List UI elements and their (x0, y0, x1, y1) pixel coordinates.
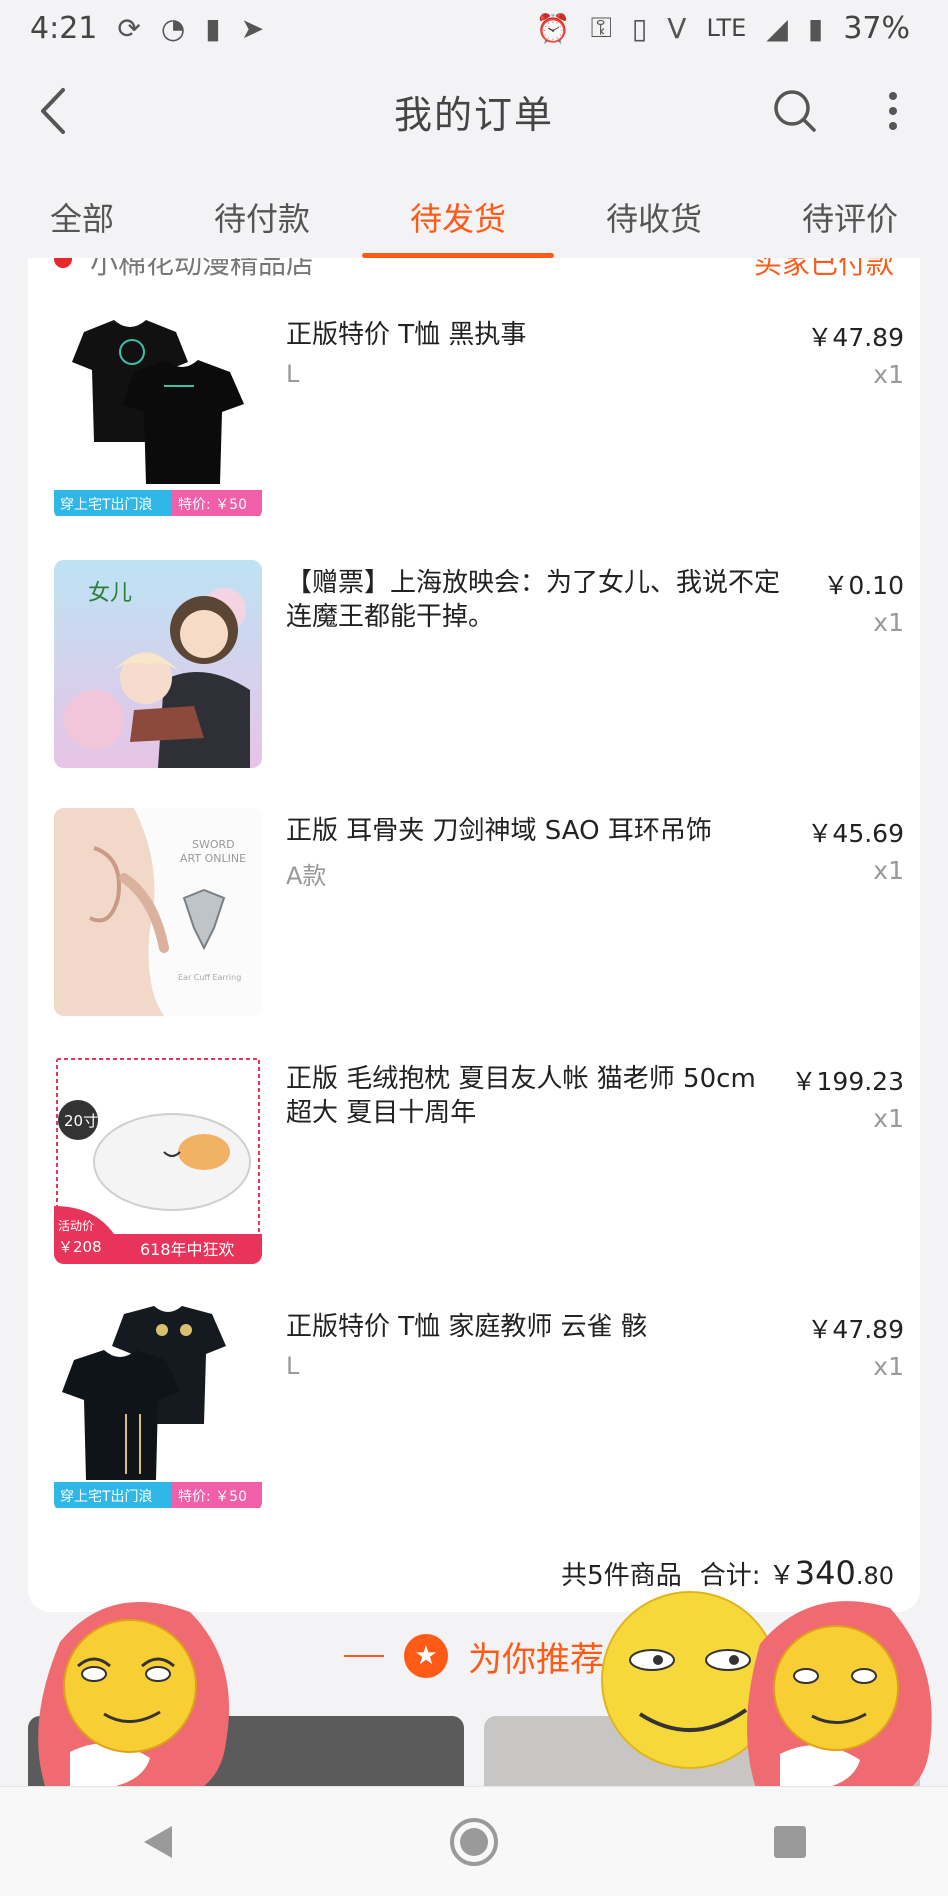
recommend-card[interactable] (484, 1716, 920, 1786)
thumb-text: 穿上宅T出门浪 (60, 1489, 153, 1505)
key-icon: ⚿ (590, 11, 612, 44)
order-item[interactable]: 穿上宅T出门浪 特价: ￥50 正版特价 T恤 黑执事 L ￥47.89 x1 (54, 312, 904, 522)
network-type: LTE (706, 14, 747, 42)
thumb-text: Ear Cuff Earring (178, 973, 241, 982)
shop-name: 小棉花动漫精品店 (90, 258, 315, 280)
more-button[interactable] (878, 86, 908, 136)
order-item[interactable]: 穿上宅T出门浪 特价: ￥50 正版特价 T恤 家庭教师 云雀 骸 L ￥47.… (54, 1304, 904, 1514)
order-summary: 共5件商品 合计: ￥340.80 (561, 1554, 894, 1592)
tab-pending-shipment[interactable]: 待发货 (361, 176, 555, 258)
tab-pending-payment[interactable]: 待付款 (214, 176, 310, 258)
battery-level: 37% (843, 10, 910, 46)
item-price: ￥47.89 (807, 323, 904, 352)
wifi-icon: ◔ (160, 11, 186, 45)
thumb-text: ￥208 (58, 1238, 102, 1256)
square-recents-icon (774, 1825, 806, 1858)
thumb-text: 特价: ￥50 (178, 1489, 247, 1505)
item-title: 正版特价 T恤 家庭教师 云雀 骸 (286, 1312, 647, 1342)
product-thumbnail[interactable]: SWORD ART ONLINE Ear Cuff Earring (54, 808, 262, 1016)
total-amount: 340 (794, 1554, 856, 1592)
more-dot (889, 107, 897, 115)
thumb-text: SWORD (192, 838, 235, 851)
thumb-text: 女儿 (88, 581, 132, 606)
alert-icon: ▮ (205, 11, 221, 45)
recommend-title: 为你推荐 (468, 1639, 604, 1680)
product-thumbnail[interactable]: 20寸 活动价 ￥208 618年中狂欢 (54, 1056, 262, 1264)
nav-home-button[interactable] (439, 1807, 509, 1877)
shop-icon (54, 258, 72, 268)
recommend-header: ★ 为你推荐 (0, 1626, 948, 1686)
search-button[interactable] (770, 86, 820, 136)
page-title: 我的订单 (393, 92, 554, 137)
item-qty: x1 (873, 856, 904, 885)
total-label: 合计: ￥ (699, 1561, 795, 1591)
thumb-text: ART ONLINE (180, 852, 246, 865)
header: 我的订单 (0, 56, 948, 166)
back-button[interactable] (30, 84, 74, 138)
order-item[interactable]: 20寸 活动价 ￥208 618年中狂欢 正版 毛绒抱枕 夏目友人帐 猫老师 5… (54, 1056, 904, 1266)
item-price: ￥45.69 (807, 819, 904, 848)
product-thumbnail[interactable]: 穿上宅T出门浪 特价: ￥50 (54, 1304, 262, 1512)
tshirt-image: 穿上宅T出门浪 特价: ￥50 (54, 312, 262, 520)
item-price: ￥47.89 (807, 1315, 904, 1344)
order-tabs: 全部 待付款 待发货 待收货 待评价 (0, 176, 948, 258)
order-item[interactable]: 女儿 【赠票】上海放映会：为了女儿、我说不定连魔王都能干掉。 ￥0.10 x1 (54, 560, 904, 770)
status-bar: 4:21 ⟳ ◔ ▮ ➤ ⏰ ⚿ ▯ V LTE ◢ ▮ 37% (0, 0, 948, 56)
total-decimal: .80 (855, 1562, 894, 1590)
item-title: 【赠票】上海放映会：为了女儿、我说不定连魔王都能干掉。 (286, 568, 781, 632)
item-qty: x1 (873, 360, 904, 389)
battery-icon: ▮ (807, 11, 824, 45)
sync-icon: ⟳ (117, 11, 141, 45)
thumb-text: 活动价 (58, 1219, 94, 1233)
system-navbar (0, 1786, 948, 1896)
anime-poster-image: 女儿 (54, 560, 262, 768)
tab-pending-review[interactable]: 待评价 (802, 176, 898, 258)
shop-header[interactable]: 小棉花动漫精品店 买家已付款 (28, 258, 920, 280)
item-title: 正版 耳骨夹 刀剑神域 SAO 耳环吊饰 (286, 816, 712, 846)
recommend-card[interactable] (28, 1716, 464, 1786)
item-count: 共5件商品 (561, 1561, 682, 1591)
more-dot (889, 92, 897, 100)
alarm-icon: ⏰ (535, 11, 571, 45)
thumb-text: 穿上宅T出门浪 (60, 497, 153, 513)
tab-pending-receipt[interactable]: 待收货 (606, 176, 702, 258)
vibrate-icon: ▯ (631, 11, 648, 45)
star-icon: ★ (404, 1634, 448, 1678)
search-icon (774, 90, 816, 132)
plush-pillow-image: 20寸 活动价 ￥208 618年中狂欢 (54, 1056, 262, 1264)
order-item[interactable]: SWORD ART ONLINE Ear Cuff Earring 正版 耳骨夹… (54, 808, 904, 1018)
nav-recents-button[interactable] (755, 1807, 825, 1877)
product-thumbnail[interactable]: 女儿 (54, 560, 262, 768)
chevron-left-icon (41, 88, 65, 134)
thumb-text: 618年中狂欢 (140, 1240, 235, 1259)
product-thumbnail[interactable]: 穿上宅T出门浪 特价: ￥50 (54, 312, 262, 520)
divider (344, 1655, 384, 1657)
triangle-back-icon (144, 1825, 172, 1858)
item-spec: L (286, 360, 300, 388)
item-title: 正版 毛绒抱枕 夏目友人帐 猫老师 50cm 超大 夏目十周年 (286, 1064, 756, 1128)
item-qty: x1 (873, 1104, 904, 1133)
nav-back-button[interactable] (123, 1807, 193, 1877)
item-title: 正版特价 T恤 黑执事 (286, 320, 527, 350)
signal-icon: ◢ (766, 11, 788, 45)
thumb-text: 20寸 (64, 1112, 98, 1130)
item-qty: x1 (873, 608, 904, 637)
item-price: ￥0.10 (823, 571, 904, 600)
order-status: 买家已付款 (753, 258, 894, 280)
item-spec: A款 (286, 862, 327, 890)
order-card[interactable]: 小棉花动漫精品店 买家已付款 穿上宅T出门浪 特价: ￥50 正版特价 T恤 黑… (28, 258, 920, 1612)
tshirt-image: 穿上宅T出门浪 特价: ￥50 (54, 1304, 262, 1512)
item-qty: x1 (873, 1352, 904, 1381)
total-row: 合计: ￥340.80 (700, 1554, 894, 1592)
ear-cuff-image: SWORD ART ONLINE Ear Cuff Earring (54, 808, 262, 1016)
item-spec: L (286, 1352, 300, 1380)
more-dot (889, 122, 897, 130)
home-circle-icon (450, 1817, 498, 1866)
send-icon: ➤ (240, 11, 265, 45)
thumb-text: 特价: ￥50 (178, 497, 247, 513)
status-time: 4:21 (30, 10, 98, 46)
tab-all[interactable]: 全部 (50, 176, 114, 258)
volte-icon: V (667, 11, 687, 45)
item-price: ￥199.23 (791, 1067, 904, 1096)
